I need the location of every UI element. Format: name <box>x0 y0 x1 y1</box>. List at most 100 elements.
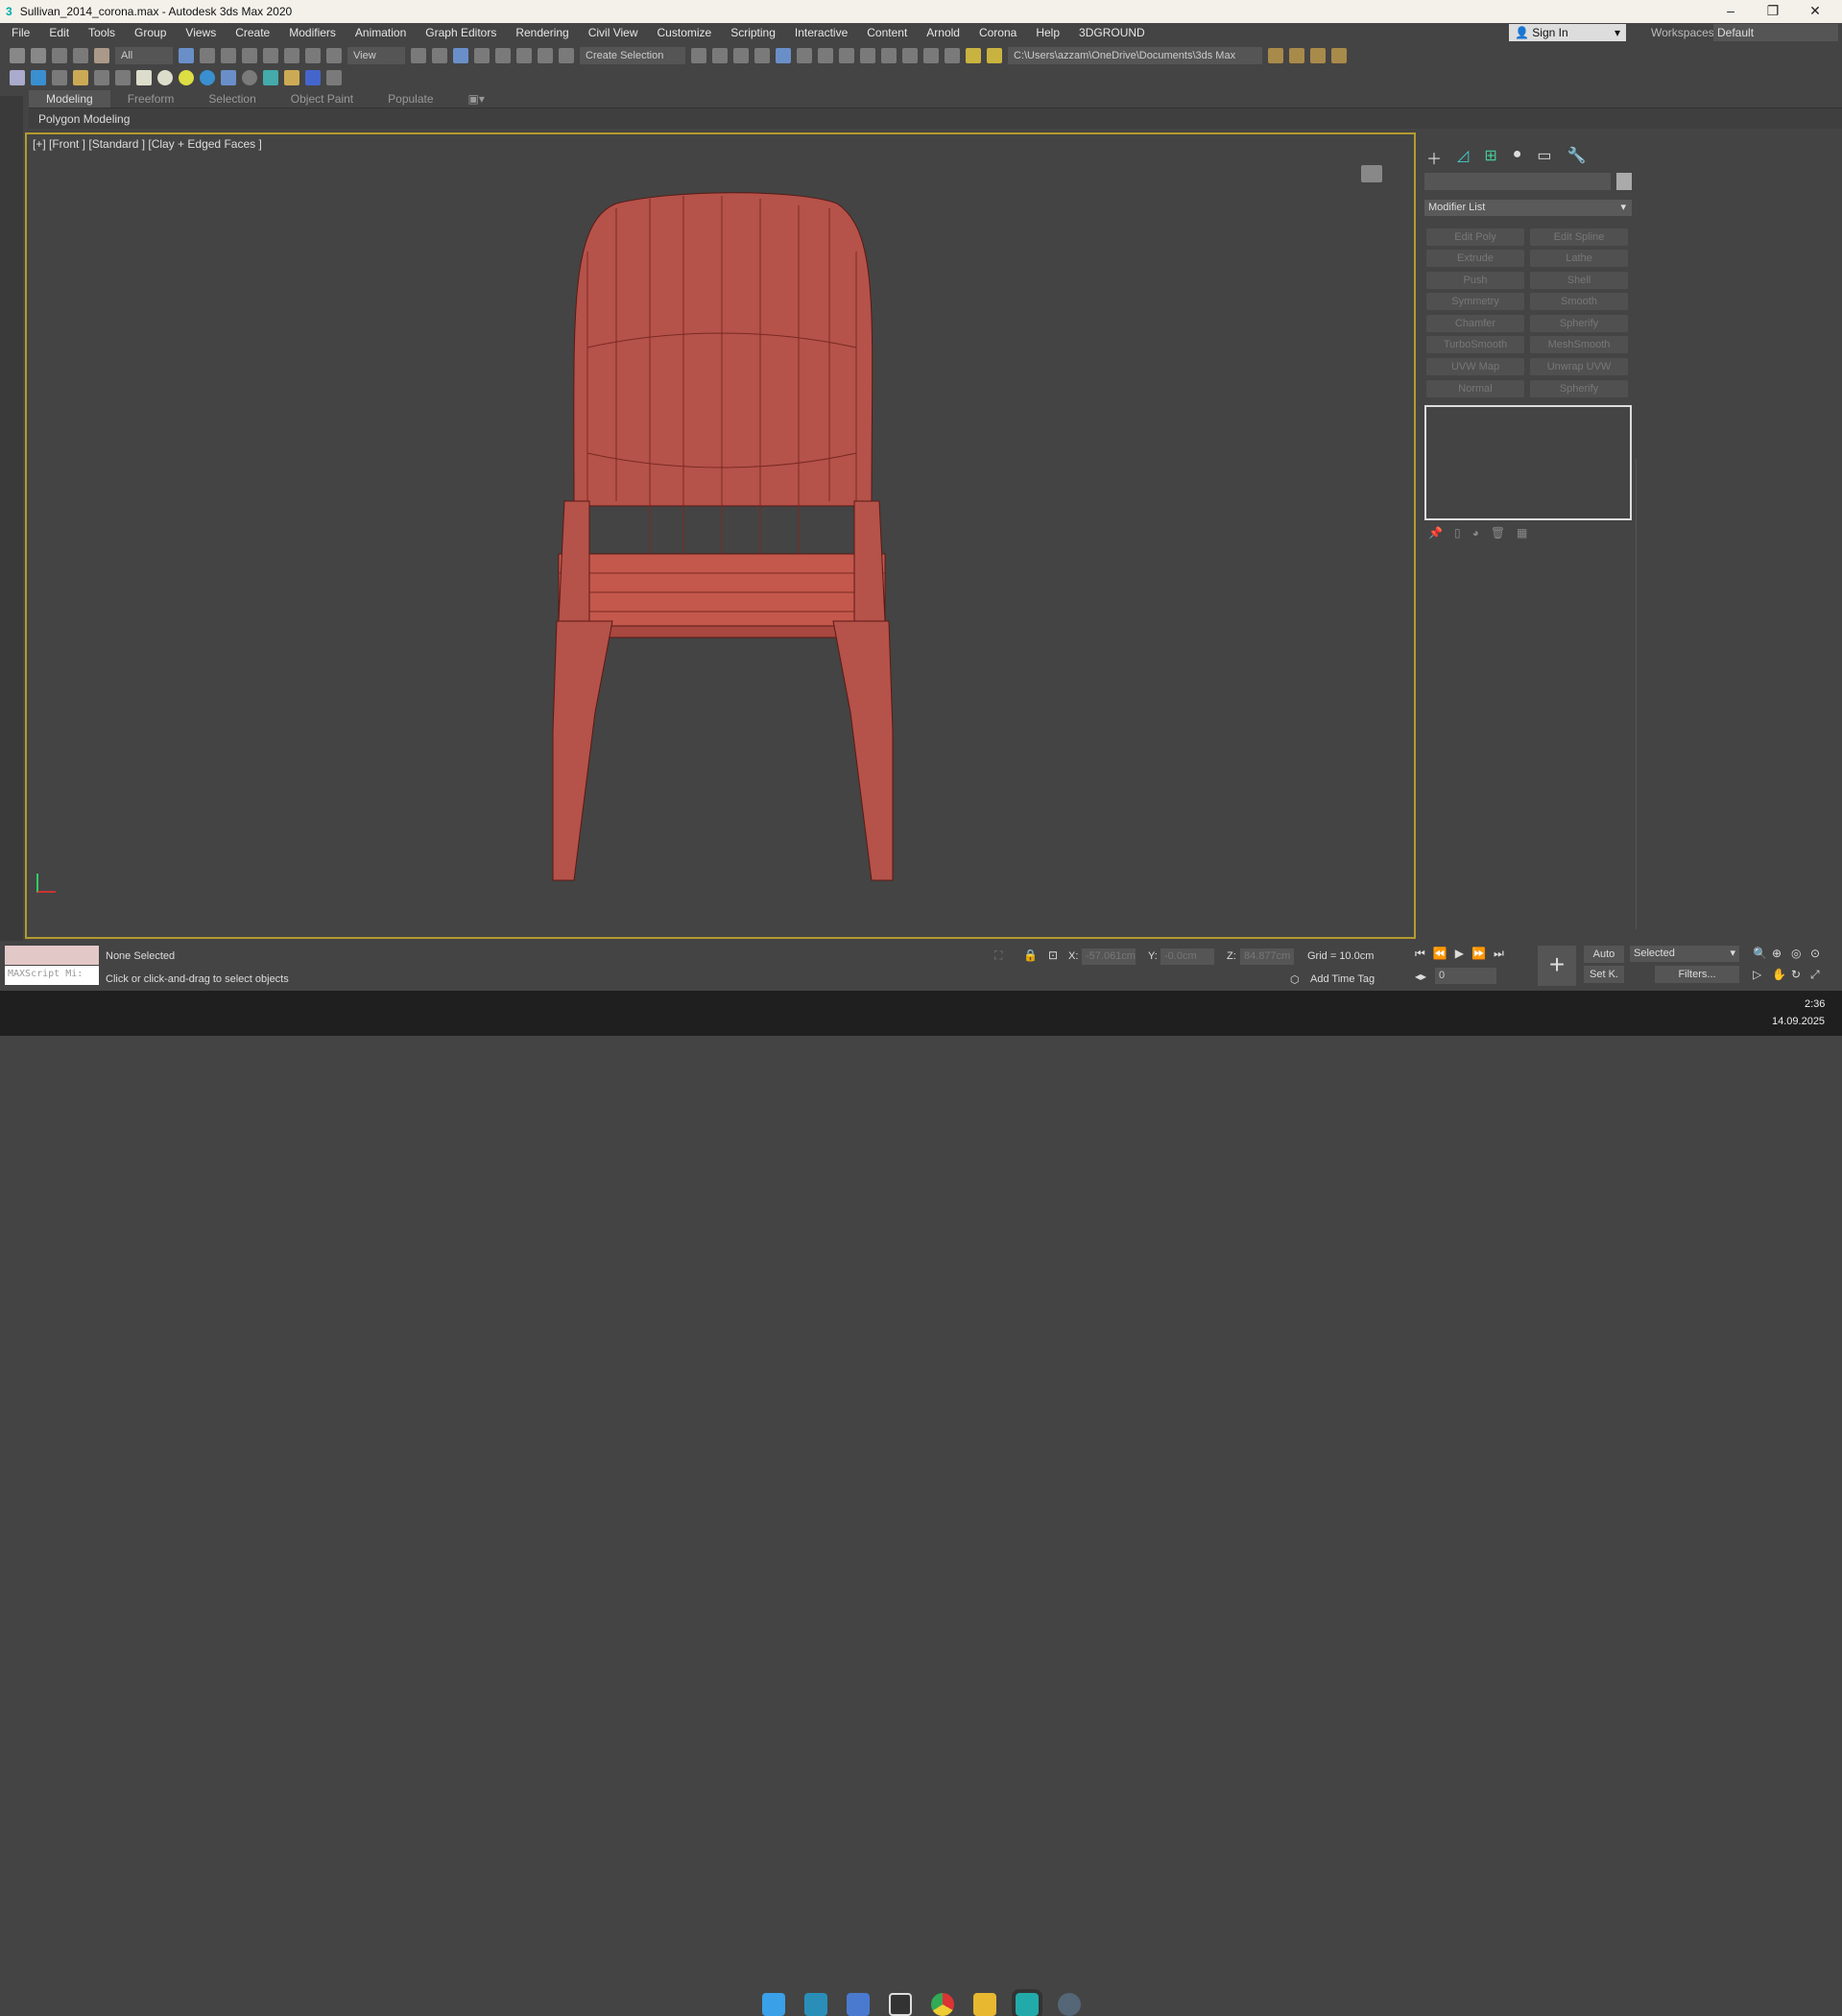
modifier-smooth-button[interactable]: Smooth <box>1530 293 1628 310</box>
start-icon[interactable] <box>762 1993 785 2016</box>
curve-editor-icon[interactable] <box>797 48 812 63</box>
current-frame-field[interactable]: 0 <box>1435 968 1496 984</box>
set-key-button[interactable]: Set K. <box>1584 966 1624 983</box>
unlink-icon[interactable] <box>73 48 88 63</box>
tab-selection[interactable]: Selection <box>191 90 273 108</box>
render-iterative-icon[interactable] <box>923 48 939 63</box>
render-grid-icon[interactable] <box>945 48 960 63</box>
modifier-spherify-button[interactable]: Spherify <box>1530 315 1628 332</box>
menu-edit[interactable]: Edit <box>49 26 69 39</box>
camera-icon[interactable] <box>94 70 109 85</box>
pin-stack-icon[interactable]: 📌 <box>1428 526 1443 540</box>
hierarchy-tab-icon[interactable]: ⊞ <box>1484 146 1496 169</box>
chair-model[interactable] <box>27 134 1414 937</box>
menu-modifiers[interactable]: Modifiers <box>289 26 336 39</box>
settings-icon[interactable] <box>1058 1993 1081 2016</box>
corona-icon[interactable] <box>31 70 46 85</box>
menu-3dground[interactable]: 3DGROUND <box>1079 26 1145 39</box>
menu-graph-editors[interactable]: Graph Editors <box>425 26 496 39</box>
maxscript-mini-input[interactable]: MAXScript Mi: <box>5 966 99 985</box>
menu-customize[interactable]: Customize <box>658 26 712 39</box>
front-viewport[interactable]: [+] [Front ] [Standard ] [Clay + Edged F… <box>25 132 1416 939</box>
mirror-icon[interactable] <box>691 48 706 63</box>
frame-buffer-icon[interactable] <box>52 70 67 85</box>
selection-lock-icon[interactable]: 🔒 <box>1023 948 1038 962</box>
window-crossing-icon[interactable] <box>242 48 257 63</box>
menu-create[interactable]: Create <box>235 26 270 39</box>
redo-icon[interactable] <box>31 48 46 63</box>
key-filter-dropdown[interactable]: Selected ▾ <box>1630 946 1739 962</box>
rb-icon[interactable] <box>305 70 321 85</box>
time-config-icon[interactable]: ◂▸ <box>1415 970 1426 983</box>
sphere-icon[interactable] <box>157 70 173 85</box>
material-editor-icon[interactable] <box>839 48 854 63</box>
menu-animation[interactable]: Animation <box>355 26 406 39</box>
configure-modifier-sets-icon[interactable]: ▦ <box>1517 526 1527 540</box>
tab-freeform[interactable]: Freeform <box>110 90 192 108</box>
object-name-input[interactable] <box>1424 173 1611 190</box>
modifier-symmetry-button[interactable]: Symmetry <box>1426 293 1524 310</box>
orbit-icon[interactable]: ↻ <box>1791 968 1810 982</box>
menu-scripting[interactable]: Scripting <box>730 26 776 39</box>
zoom-extents-icon[interactable]: ◎ <box>1791 947 1810 960</box>
move-icon[interactable] <box>263 48 278 63</box>
menu-tools[interactable]: Tools <box>88 26 115 39</box>
align-icon[interactable] <box>712 48 728 63</box>
color-icon[interactable] <box>221 70 236 85</box>
save-project-icon[interactable] <box>1310 48 1326 63</box>
help-icon[interactable] <box>242 70 257 85</box>
sun-icon[interactable] <box>179 70 194 85</box>
select-object-icon[interactable] <box>179 48 194 63</box>
close-button[interactable]: ✕ <box>1794 0 1836 23</box>
edit-named-selection-icon[interactable] <box>559 48 574 63</box>
snaps-toggle-icon[interactable] <box>474 48 490 63</box>
isolate-selection-icon[interactable]: ⛶ <box>994 948 1002 963</box>
file-explorer-icon[interactable] <box>973 1993 996 2016</box>
select-by-name-icon[interactable] <box>200 48 215 63</box>
menu-civil-view[interactable]: Civil View <box>588 26 638 39</box>
pen-tool-icon[interactable] <box>847 1993 870 2016</box>
percent-snap-icon[interactable] <box>516 48 532 63</box>
menu-help[interactable]: Help <box>1036 26 1060 39</box>
selection-filter-dropdown[interactable]: All <box>115 47 173 64</box>
tab-object-paint[interactable]: Object Paint <box>274 90 371 108</box>
zoom-all-icon[interactable]: ⊕ <box>1772 947 1791 960</box>
place-icon[interactable] <box>326 48 342 63</box>
modifier-spherify-2-button[interactable]: Spherify <box>1530 380 1628 397</box>
tab-modeling[interactable]: Modeling <box>29 90 110 108</box>
spinner-snap-icon[interactable] <box>538 48 553 63</box>
modifier-chamfer-button[interactable]: Chamfer <box>1426 315 1524 332</box>
display-tab-icon[interactable]: ▭ <box>1537 146 1551 169</box>
viewcube-icon[interactable] <box>1361 165 1382 182</box>
modifier-turbosmooth-button[interactable]: TurboSmooth <box>1426 336 1524 353</box>
open-project-icon[interactable] <box>1289 48 1304 63</box>
sign-in-dropdown[interactable]: 👤 Sign In ▾ <box>1509 24 1626 41</box>
ribbon-options-icon[interactable]: ▣▾ <box>451 90 502 108</box>
tab-populate[interactable]: Populate <box>371 90 450 108</box>
maxscript-listener-output[interactable] <box>5 946 99 965</box>
make-unique-icon[interactable]: ◕ <box>1472 526 1479 540</box>
modifier-lathe-button[interactable]: Lathe <box>1530 250 1628 267</box>
modifier-shell-button[interactable]: Shell <box>1530 272 1628 289</box>
modifier-edit-spline-button[interactable]: Edit Spline <box>1530 228 1628 246</box>
modifier-unwrap-uvw-button[interactable]: Unwrap UVW <box>1530 358 1628 375</box>
named-selection-set-dropdown[interactable]: Create Selection Set <box>580 47 685 79</box>
chrome-icon[interactable] <box>931 1993 954 2016</box>
time-tag-icon[interactable]: ⬡ <box>1290 973 1300 986</box>
zoom-extents-all-icon[interactable]: ⊙ <box>1810 947 1830 960</box>
manipulate-icon[interactable] <box>432 48 447 63</box>
scene-explorer-icon[interactable] <box>733 48 749 63</box>
pan-icon[interactable]: ✋ <box>1772 968 1791 982</box>
modify-tab-icon[interactable]: ◿ <box>1457 146 1469 169</box>
teapot-icon[interactable] <box>10 70 25 85</box>
material-icon[interactable] <box>200 70 215 85</box>
keyboard-shortcut-icon[interactable] <box>453 48 468 63</box>
menu-content[interactable]: Content <box>867 26 907 39</box>
z-coordinate-field[interactable]: 84.877cm <box>1240 948 1294 965</box>
rendered-frame-window-icon[interactable] <box>881 48 897 63</box>
modifier-push-button[interactable]: Push <box>1426 272 1524 289</box>
menu-rendering[interactable]: Rendering <box>515 26 568 39</box>
ribbon-panel-polygon-modeling[interactable]: Polygon Modeling <box>29 108 1842 129</box>
ribbon-toggle-icon[interactable] <box>776 48 791 63</box>
modifier-stack-list[interactable] <box>1424 405 1632 520</box>
